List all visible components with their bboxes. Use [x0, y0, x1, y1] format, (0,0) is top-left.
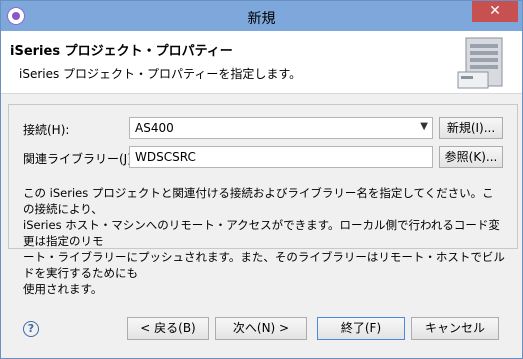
library-value: WDSCSRC	[135, 150, 196, 164]
page-description: iSeries プロジェクト・プロパティーを指定します。	[19, 67, 302, 81]
close-button[interactable]: ✕	[472, 1, 518, 22]
help-text-line: ート・ライブラリーにプッシュされます。また、そのライブラリーはリモート・ホストで…	[23, 250, 505, 280]
next-button[interactable]: 次へ(N) >	[215, 317, 307, 340]
settings-panel: 接続(H): AS400 ▼ 新規(I)... 関連ライブラリー(J): WDS…	[8, 104, 518, 296]
cancel-button[interactable]: キャンセル	[411, 317, 499, 340]
connection-label: 接続(H):	[23, 123, 70, 137]
server-icon	[457, 37, 503, 89]
help-text-line: iSeries ホスト・マシンへのリモート・アクセスができます。ローカル側で行わ…	[23, 218, 500, 248]
connection-value: AS400	[135, 121, 174, 135]
finish-button[interactable]: 終了(F)	[317, 317, 405, 340]
back-button[interactable]: < 戻る(B)	[127, 317, 209, 340]
wizard-header: iSeries プロジェクト・プロパティー iSeries プロジェクト・プロパ…	[1, 31, 522, 94]
chevron-down-icon: ▼	[420, 121, 428, 132]
title-bar[interactable]: 新規 ✕	[1, 1, 522, 31]
help-text-line: この iSeries プロジェクトと関連付ける接続およびライブラリー名を指定して…	[23, 186, 494, 216]
library-input[interactable]: WDSCSRC	[129, 146, 433, 168]
window-title: 新規	[247, 11, 276, 27]
dialog-window: 新規 ✕ iSeries プロジェクト・プロパティー iSeries プロジェク…	[0, 0, 523, 359]
help-icon[interactable]: ?	[23, 321, 39, 337]
help-text: この iSeries プロジェクトと関連付ける接続およびライブラリー名を指定して…	[23, 185, 505, 297]
help-text-line: 使用されます。	[23, 282, 103, 296]
library-label: 関連ライブラリー(J):	[23, 152, 136, 166]
page-title: iSeries プロジェクト・プロパティー	[10, 44, 233, 59]
browse-button[interactable]: 参照(K)...	[439, 146, 503, 168]
new-connection-button[interactable]: 新規(I)...	[439, 117, 503, 139]
connection-select[interactable]: AS400 ▼	[129, 117, 433, 139]
